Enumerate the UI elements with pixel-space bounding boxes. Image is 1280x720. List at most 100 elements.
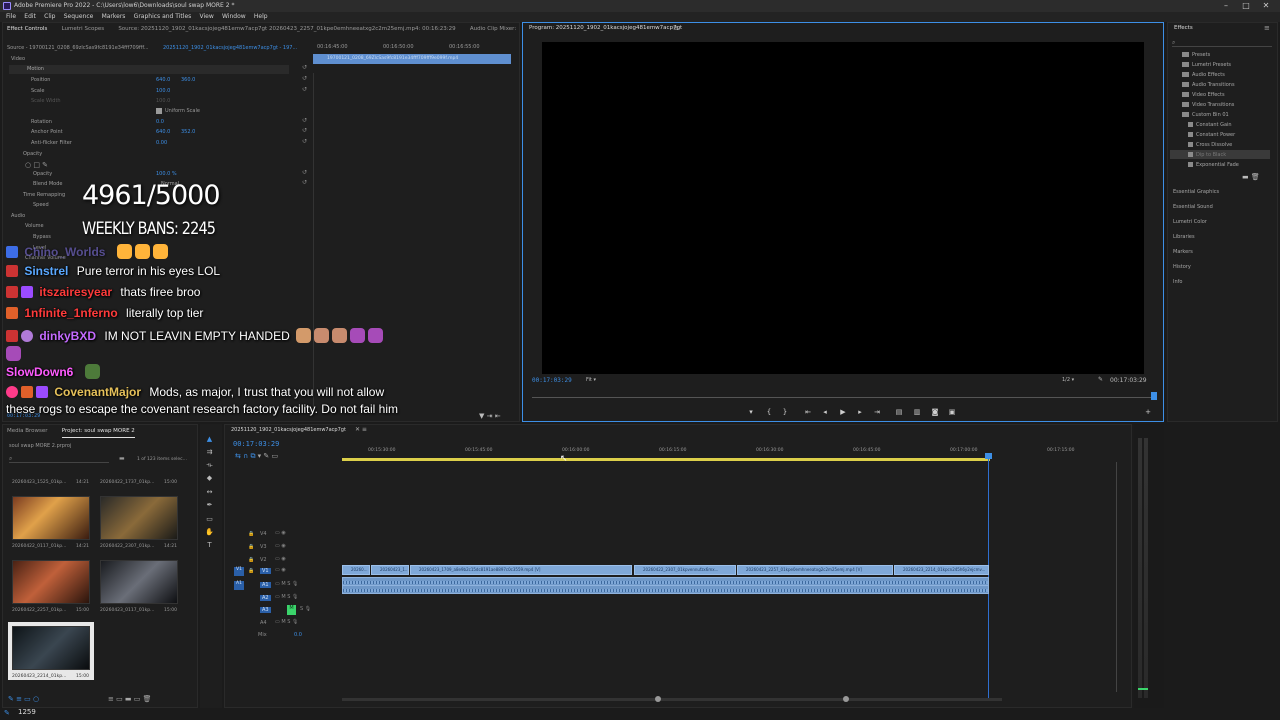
menu-view[interactable]: View: [200, 12, 214, 22]
fx-item-exponential-fade[interactable]: Exponential Fade: [1188, 162, 1239, 168]
ec-rotation-value[interactable]: 0.0: [156, 119, 164, 125]
menu-icon[interactable]: ≡: [673, 24, 679, 32]
clip-thumbnail[interactable]: [100, 496, 178, 540]
maximize-button[interactable]: □: [1236, 0, 1256, 12]
fx-item-constant-power[interactable]: Constant Power: [1188, 132, 1235, 138]
track-header-a4[interactable]: A4 ▭ M S 🎙: [230, 618, 340, 629]
menu-help[interactable]: Help: [254, 12, 268, 22]
step-forward-icon[interactable]: ▸: [855, 407, 865, 417]
effects-title[interactable]: Effects: [1174, 25, 1193, 31]
timeline-clip-audio-a2[interactable]: [342, 585, 989, 594]
lift-icon[interactable]: ▤: [894, 407, 904, 417]
clip-thumbnail-selected[interactable]: [12, 626, 90, 670]
menu-window[interactable]: Window: [222, 12, 246, 22]
fx-item-video-effects[interactable]: Video Effects: [1182, 92, 1225, 98]
playhead-handle[interactable]: [985, 453, 992, 459]
timeline-vertical-scrollbar[interactable]: [1116, 462, 1122, 692]
timeline-timecode[interactable]: 00:17:03:29: [233, 440, 279, 448]
fx-item-lumetri-presets[interactable]: Lumetri Presets: [1182, 62, 1231, 68]
new-bin-icon[interactable]: ▬: [119, 455, 125, 462]
resolution-dropdown[interactable]: 1/2 ▾: [1062, 377, 1074, 383]
panel-markers[interactable]: Markers: [1173, 249, 1193, 255]
clip-thumbnail[interactable]: [12, 560, 90, 604]
go-to-out-icon[interactable]: ⇥: [872, 407, 882, 417]
project-footer-icons[interactable]: ✎ ≡ ▭ ○: [8, 695, 39, 703]
slip-tool-icon[interactable]: ↔: [205, 488, 214, 497]
ec-anchor-x[interactable]: 640.0: [156, 129, 170, 135]
timeline-option-icons[interactable]: ⇆ ∩ ⧉ ▾ ✎ ▭: [235, 452, 278, 461]
panel-lumetri-color[interactable]: Lumetri Color: [1173, 219, 1207, 225]
step-back-icon[interactable]: ◂: [820, 407, 830, 417]
menu-edit[interactable]: Edit: [24, 12, 36, 22]
panel-history[interactable]: History: [1173, 264, 1191, 270]
effects-search-input[interactable]: ⌕: [1172, 39, 1272, 47]
fx-item-constant-gain[interactable]: Constant Gain: [1188, 122, 1232, 128]
reset-icon[interactable]: ↺: [302, 117, 307, 124]
track-header-a2[interactable]: A2 ▭ M S 🎙: [230, 593, 340, 604]
program-video-view[interactable]: [542, 42, 1144, 374]
fx-item-video-transitions[interactable]: Video Transitions: [1182, 102, 1234, 108]
ec-scale-value[interactable]: 100.0: [156, 88, 170, 94]
play-icon[interactable]: ▶: [838, 407, 848, 417]
wrench-icon[interactable]: ✎: [1098, 376, 1103, 383]
fx-item-dip-to-black[interactable]: Dip to Black: [1188, 152, 1226, 158]
mark-out-icon[interactable]: }: [780, 407, 790, 417]
tab-project[interactable]: Project: soul swap MORE 2: [61, 425, 135, 438]
hand-tool-icon[interactable]: ✋: [205, 528, 214, 537]
track-header-a3[interactable]: A3 M S 🎙: [230, 605, 340, 616]
new-bin-icons[interactable]: ▬ 🗑: [1242, 173, 1260, 181]
tab-source[interactable]: Source: 20251120_1902_01kacsjojeg481emw7…: [118, 23, 455, 35]
panel-info[interactable]: Info: [1173, 279, 1182, 285]
track-header-mix[interactable]: Mix 0.0: [230, 630, 340, 641]
reset-icon[interactable]: ↺: [302, 179, 307, 186]
fx-item-audio-effects[interactable]: Audio Effects: [1182, 72, 1225, 78]
menu-markers[interactable]: Markers: [102, 12, 126, 22]
ec-anchor-y[interactable]: 352.0: [181, 129, 195, 135]
scroll-handle-left[interactable]: [655, 696, 661, 702]
project-search-input[interactable]: ⌕: [9, 455, 109, 463]
reset-icon[interactable]: ↺: [302, 138, 307, 145]
work-area-bar[interactable]: [342, 458, 990, 461]
add-marker-icon[interactable]: ▾: [746, 407, 756, 417]
track-header-v3[interactable]: V3 🔒 ▭ ◉: [230, 542, 340, 553]
panel-essential-sound[interactable]: Essential Sound: [1173, 204, 1213, 210]
menu-clip[interactable]: Clip: [44, 12, 55, 22]
pen-tool-icon[interactable]: ✒: [205, 501, 214, 510]
track-header-v1[interactable]: V1 V1 🔒 ▭ ◉: [230, 566, 340, 577]
rectangle-tool-icon[interactable]: ▭: [205, 515, 214, 524]
fx-item-presets[interactable]: Presets: [1182, 52, 1210, 58]
track-select-tool-icon[interactable]: ⇉: [205, 448, 214, 457]
mask-shape-icons[interactable]: ○ □ ✎: [25, 161, 48, 169]
timeline-clip-video[interactable]: 20260422_2307_01kpvennufzx6mx...: [634, 565, 736, 575]
selection-tool-icon[interactable]: ▲: [205, 435, 214, 444]
menu-file[interactable]: File: [6, 12, 16, 22]
ripple-edit-tool-icon[interactable]: ⟛: [205, 461, 214, 470]
track-header-v4[interactable]: V4 🔒 ▭ ◉: [230, 529, 340, 540]
extract-icon[interactable]: ▥: [912, 407, 922, 417]
ec-motion-row[interactable]: Motion: [9, 65, 289, 74]
reset-icon[interactable]: ↺: [302, 169, 307, 176]
menu-icon[interactable]: ≡: [1264, 24, 1270, 32]
reset-icon[interactable]: ↺: [302, 75, 307, 82]
timeline-sequence-tab[interactable]: 20251120_1902_01kacsjojeg481emw7acp7gt: [231, 427, 346, 433]
fit-dropdown[interactable]: Fit ▾: [586, 377, 596, 383]
timeline-horizontal-scrollbar[interactable]: [342, 698, 1002, 701]
timeline-playhead[interactable]: [988, 453, 989, 698]
fx-item-cross-dissolve[interactable]: Cross Dissolve: [1188, 142, 1232, 148]
clip-thumbnail[interactable]: [12, 496, 90, 540]
project-action-icons[interactable]: ≡ ▭ ▬ ▭ 🗑: [108, 695, 152, 703]
reset-icon[interactable]: ↺: [302, 86, 307, 93]
ec-opacity-value[interactable]: 100.0 %: [156, 171, 177, 177]
tab-media-browser[interactable]: Media Browser: [7, 425, 48, 437]
ec-anti-flicker-value[interactable]: 0.00: [156, 140, 167, 146]
program-playhead[interactable]: [1151, 392, 1157, 400]
program-timecode[interactable]: 00:17:03:29: [532, 377, 572, 384]
track-header-v2[interactable]: V2 🔒 ▭ ◉: [230, 555, 340, 566]
reset-icon[interactable]: ↺: [302, 64, 307, 71]
close-button[interactable]: ✕: [1256, 0, 1276, 12]
fx-item-custom-bin[interactable]: Custom Bin 01: [1182, 112, 1229, 118]
type-tool-icon[interactable]: T: [205, 541, 214, 550]
timeline-clip-video[interactable]: 20260...: [342, 565, 370, 575]
close-icon[interactable]: ✕ ≡: [355, 426, 367, 433]
timeline-clip-video[interactable]: 20260423_1709_a8e9b2c15dc8191ae8897c0c35…: [410, 565, 632, 575]
